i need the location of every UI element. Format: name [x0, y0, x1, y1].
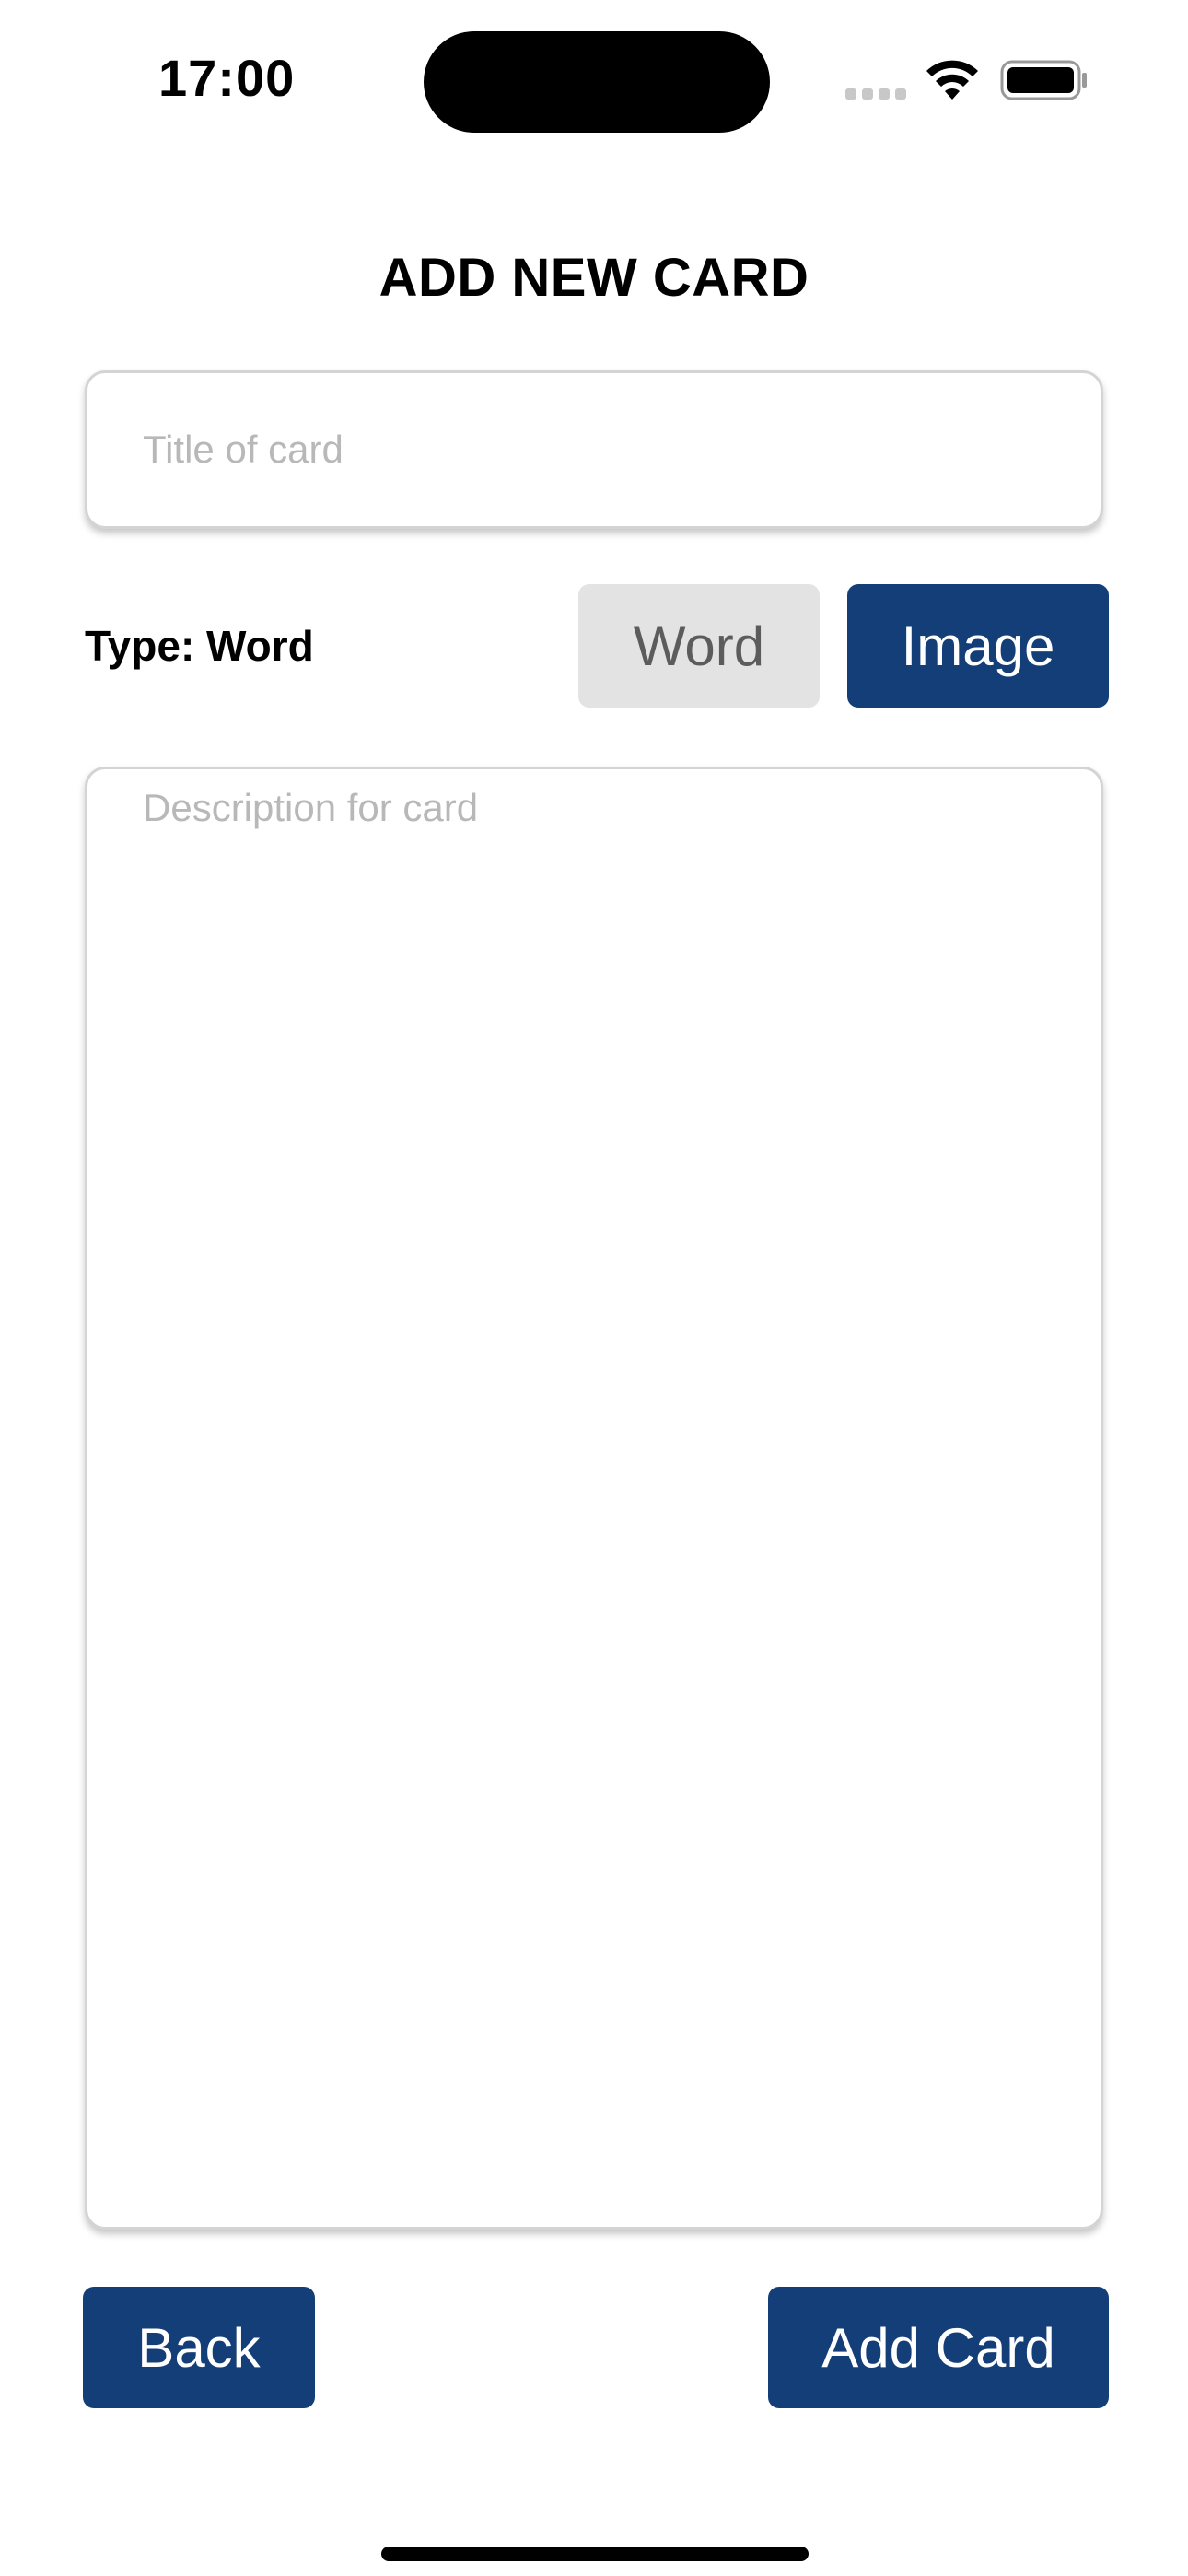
add-card-button[interactable]: Add Card — [768, 2287, 1109, 2408]
card-title-input[interactable] — [85, 370, 1103, 529]
card-description-input[interactable] — [85, 767, 1103, 2230]
card-type-label: Type: Word — [85, 622, 314, 670]
type-image-button[interactable]: Image — [847, 584, 1109, 708]
page-title: ADD NEW CARD — [379, 248, 809, 308]
back-button[interactable]: Back — [83, 2287, 315, 2408]
type-word-button[interactable]: Word — [578, 584, 820, 708]
home-indicator[interactable] — [381, 2547, 809, 2561]
status-bar: 17:00 — [0, 0, 1188, 157]
cellular-signal-icon — [845, 88, 908, 100]
battery-icon — [1000, 60, 1087, 100]
dynamic-island — [424, 31, 770, 133]
status-time: 17:00 — [158, 49, 296, 107]
wifi-icon — [926, 60, 978, 100]
